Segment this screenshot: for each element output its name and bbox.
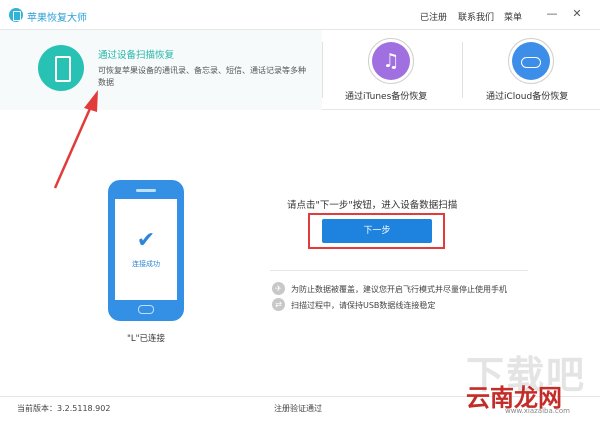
- cloud-icon: [508, 38, 554, 84]
- minimize-button[interactable]: —: [546, 8, 558, 20]
- mode-icloud-label: 通过iCloud备份恢复: [486, 92, 569, 102]
- music-note-icon: ♫: [368, 38, 414, 84]
- home-button-icon: [138, 305, 154, 314]
- device-connected-label: "L"已连接: [127, 334, 166, 344]
- usb-icon: ⇄: [272, 298, 285, 311]
- tip-airplane-mode: 为防止数据被覆盖，建议您开启飞行模式并尽量停止使用手机: [291, 285, 507, 294]
- close-button[interactable]: ✕: [571, 8, 583, 20]
- watermark-url: www.xiazaiba.com: [505, 407, 570, 415]
- next-step-button[interactable]: 下一步: [322, 219, 432, 243]
- scan-prompt: 请点击"下一步"按钮，进入设备数据扫描: [287, 200, 458, 211]
- phone-speaker: [136, 189, 156, 192]
- phone-screen: ✔ 连接成功: [115, 199, 177, 300]
- title-bar: 苹果恢复大师 已注册 联系我们 菜单 — ✕: [0, 0, 600, 30]
- phone-illustration: ✔ 连接成功: [108, 180, 184, 321]
- phone-icon: [38, 45, 84, 91]
- recovery-mode-bar: 通过设备扫描恢复 可恢复苹果设备的通讯录、备忘录、短信、通话记录等多种数据 ♫ …: [0, 30, 600, 110]
- divider: [462, 42, 463, 98]
- registration-status: 注册验证通过: [274, 404, 322, 413]
- mode-device-scan-description: 可恢复苹果设备的通讯录、备忘录、短信、通话记录等多种数据: [98, 66, 306, 87]
- menu-link[interactable]: 菜单: [504, 10, 522, 23]
- divider: [322, 42, 323, 98]
- checkmark-icon: ✔: [136, 228, 156, 253]
- app-logo-icon: [9, 8, 23, 22]
- tip-usb-stable: 扫描过程中，请保持USB数据线连接稳定: [291, 301, 436, 310]
- tips-divider: [270, 270, 528, 271]
- connection-status: 连接成功: [132, 260, 160, 268]
- contact-link[interactable]: 联系我们: [458, 10, 494, 23]
- app-title: 苹果恢复大师: [27, 13, 87, 24]
- mode-device-scan-title: 通过设备扫描恢复: [98, 50, 175, 61]
- mode-device-scan[interactable]: 通过设备扫描恢复 可恢复苹果设备的通讯录、备忘录、短信、通话记录等多种数据: [0, 30, 322, 110]
- version-label: 当前版本：3.2.5118.902: [17, 404, 111, 413]
- airplane-icon: ✈: [272, 282, 285, 295]
- mode-itunes-label: 通过iTunes备份恢复: [345, 92, 428, 102]
- registered-link[interactable]: 已注册: [420, 10, 447, 23]
